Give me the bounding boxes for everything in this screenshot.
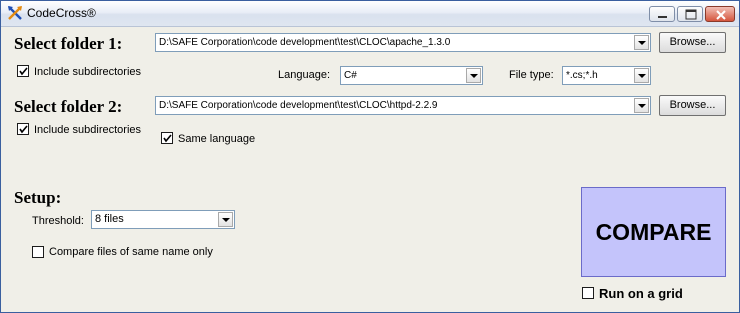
checkmark-icon	[19, 67, 28, 76]
run-on-grid-label: Run on a grid	[599, 286, 683, 301]
folder1-dropdown-button[interactable]	[634, 35, 649, 50]
folder2-browse-button[interactable]: Browse...	[659, 95, 726, 116]
same-language-label: Same language	[178, 133, 256, 145]
maximize-icon	[685, 9, 697, 20]
minimize-button[interactable]	[649, 6, 675, 22]
chevron-down-icon	[638, 74, 646, 78]
filetype-label: File type:	[509, 69, 554, 81]
language-label: Language:	[278, 69, 330, 81]
folder2-path-value: D:\SAFE Corporation\code development\tes…	[159, 100, 438, 111]
folder2-dropdown-button[interactable]	[634, 98, 649, 113]
folder2-include-subdirs-label: Include subdirectories	[34, 124, 142, 136]
same-name-only-label: Compare files of same name only	[49, 246, 213, 258]
close-button[interactable]	[705, 6, 735, 22]
threshold-dropdown-button[interactable]	[218, 212, 233, 227]
checkmark-icon	[19, 125, 28, 134]
crossed-arrows-app-icon	[7, 5, 23, 21]
folder1-heading: Select folder 1:	[14, 34, 123, 53]
folder1-path-value: D:\SAFE Corporation\code development\tes…	[159, 37, 451, 48]
language-value: C#	[344, 70, 357, 81]
close-icon	[716, 10, 726, 20]
compare-button[interactable]: COMPARE	[581, 187, 726, 277]
run-on-grid-checkbox[interactable]	[582, 287, 594, 299]
language-dropdown-button[interactable]	[466, 68, 481, 83]
maximize-button[interactable]	[677, 6, 703, 22]
language-combo[interactable]: C#	[340, 66, 483, 85]
codecross-window: CodeCross® Select folder 1: D:\SAFE Corp…	[0, 0, 740, 313]
chevron-down-icon	[638, 41, 646, 45]
folder1-browse-button[interactable]: Browse...	[659, 32, 726, 53]
threshold-value: 8 files	[95, 213, 124, 225]
checkmark-icon	[163, 134, 172, 143]
setup-heading: Setup:	[14, 188, 62, 207]
filetype-combo[interactable]: *.cs;*.h	[562, 66, 651, 85]
filetype-value: *.cs;*.h	[566, 70, 598, 81]
folder1-include-subdirs-checkbox[interactable]	[17, 65, 29, 77]
folder1-include-subdirs-label: Include subdirectories	[34, 66, 142, 78]
chevron-down-icon	[470, 74, 478, 78]
minimize-icon	[658, 16, 667, 18]
window-title: CodeCross®	[27, 6, 96, 20]
chevron-down-icon	[222, 218, 230, 222]
threshold-label: Threshold:	[32, 215, 84, 227]
threshold-combo[interactable]: 8 files	[91, 210, 235, 229]
folder2-include-subdirs-checkbox[interactable]	[17, 123, 29, 135]
same-name-only-checkbox[interactable]	[32, 246, 44, 258]
folder2-path-combo[interactable]: D:\SAFE Corporation\code development\tes…	[155, 96, 651, 115]
folder1-path-combo[interactable]: D:\SAFE Corporation\code development\tes…	[155, 33, 651, 52]
title-bar[interactable]: CodeCross®	[1, 1, 739, 27]
chevron-down-icon	[638, 104, 646, 108]
folder2-heading: Select folder 2:	[14, 97, 123, 116]
filetype-dropdown-button[interactable]	[634, 68, 649, 83]
same-language-checkbox[interactable]	[161, 132, 173, 144]
